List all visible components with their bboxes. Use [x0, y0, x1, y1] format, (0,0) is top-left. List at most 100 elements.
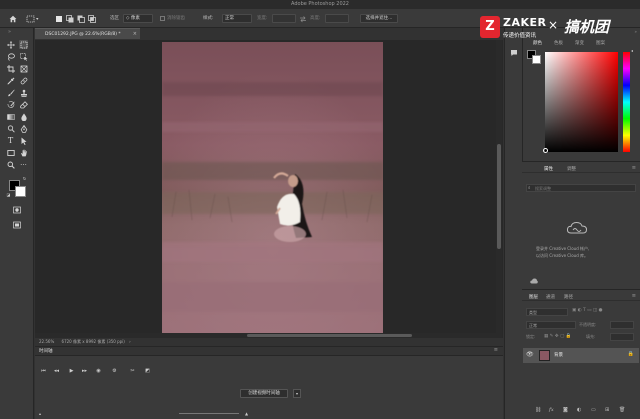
- object-selection-tool-icon[interactable]: [19, 52, 28, 61]
- properties-panel: 属性 调整 ≡ ⌕ 搜索调整 登录并 Creative Cloud 帐户, 以访…: [522, 161, 640, 289]
- antialias-checkbox[interactable]: [160, 16, 165, 21]
- new-layer-icon[interactable]: ⊞: [605, 407, 609, 413]
- play-icon[interactable]: ▶: [68, 367, 75, 374]
- tab-adjustments[interactable]: 调整: [567, 166, 576, 172]
- layer-lock-icon[interactable]: 🔒: [628, 351, 634, 357]
- tab-channels[interactable]: 通道: [546, 294, 555, 300]
- link-layers-icon[interactable]: ⛓: [535, 407, 541, 413]
- zoom-level[interactable]: 22.56%: [39, 339, 54, 344]
- zoom-in-mountain-icon[interactable]: ▲: [245, 411, 248, 416]
- path-selection-tool-icon[interactable]: [19, 136, 28, 145]
- history-panel-icon[interactable]: [509, 48, 518, 57]
- layer-visibility-icon[interactable]: 👁: [526, 351, 534, 358]
- lock-icons[interactable]: ▦ ✎ ✥ ▢ 🔒: [544, 334, 571, 339]
- crop-tool-icon[interactable]: [6, 64, 15, 73]
- properties-menu-icon[interactable]: ≡: [632, 165, 636, 171]
- vertical-scrollbar-thumb[interactable]: [497, 144, 501, 249]
- dodge-tool-icon[interactable]: [6, 124, 15, 133]
- quick-mask-icon[interactable]: [12, 205, 21, 214]
- timeline-menu-icon[interactable]: ≡: [494, 347, 498, 353]
- layer-row[interactable]: 👁 背景 🔒: [523, 348, 639, 363]
- height-field[interactable]: [325, 14, 349, 23]
- rectangular-marquee-tool-icon[interactable]: [19, 40, 28, 49]
- layers-menu-icon[interactable]: ≡: [632, 293, 636, 299]
- previous-frame-icon[interactable]: ◂◂: [53, 367, 60, 374]
- feather-field[interactable]: ◇ 像素: [123, 14, 153, 23]
- spot-healing-brush-icon[interactable]: [19, 76, 28, 85]
- more-tools-icon[interactable]: ···: [19, 160, 28, 169]
- new-adjustment-icon[interactable]: ◐: [577, 407, 581, 413]
- home-icon[interactable]: [8, 14, 17, 23]
- settings-icon[interactable]: ⚙: [111, 367, 118, 374]
- type-tool-icon[interactable]: T: [6, 136, 15, 145]
- blur-tool-icon[interactable]: [19, 112, 28, 121]
- default-colors-icon[interactable]: ◪: [6, 192, 11, 197]
- background-color-swatch[interactable]: [15, 186, 26, 197]
- document-image[interactable]: [162, 42, 383, 337]
- screen-mode-icon[interactable]: [12, 220, 21, 229]
- color-background-swatch[interactable]: [532, 55, 541, 64]
- brush-tool-icon[interactable]: [6, 88, 15, 97]
- swap-colors-icon[interactable]: ↻: [22, 176, 27, 181]
- fill-field[interactable]: [610, 333, 634, 341]
- new-selection-icon[interactable]: [54, 14, 63, 23]
- timeline-mode-dropdown-icon[interactable]: ▾: [293, 389, 301, 398]
- delete-layer-icon[interactable]: 🗑: [619, 407, 625, 413]
- rectangle-tool-icon[interactable]: [6, 148, 15, 157]
- layer-filter-icons[interactable]: ▣ ◐ T ▭ ◫ ●: [572, 308, 632, 316]
- transition-icon[interactable]: ◩: [144, 367, 151, 374]
- close-document-icon[interactable]: ×: [133, 29, 137, 40]
- add-selection-icon[interactable]: [65, 14, 74, 23]
- hue-slider-handle-icon[interactable]: ◂: [631, 48, 633, 53]
- frame-tool-icon[interactable]: [19, 64, 28, 73]
- panel-collapse-icon[interactable]: »: [635, 29, 637, 34]
- layer-name[interactable]: 背景: [554, 352, 563, 358]
- tab-paths[interactable]: 路径: [564, 294, 573, 300]
- zoom-tool-icon[interactable]: [6, 160, 15, 169]
- intersect-selection-icon[interactable]: [87, 14, 96, 23]
- tab-layers[interactable]: 图层: [529, 294, 538, 300]
- blend-mode-select[interactable]: 正常: [526, 321, 576, 329]
- lasso-tool-icon[interactable]: [6, 52, 15, 61]
- next-frame-icon[interactable]: ▸▸: [81, 367, 88, 374]
- hue-slider[interactable]: [623, 52, 630, 152]
- pen-tool-icon[interactable]: [19, 124, 28, 133]
- eraser-tool-icon[interactable]: [19, 100, 28, 109]
- select-and-mask-button[interactable]: 选择并遮住...: [360, 14, 398, 23]
- document-tab-title: DSC01292.JPG @ 22.6%(RGB/8) *: [45, 32, 121, 37]
- swap-dimensions-icon[interactable]: [299, 14, 307, 23]
- first-frame-icon[interactable]: ⏮: [40, 367, 47, 374]
- subtract-selection-icon[interactable]: [76, 14, 85, 23]
- opacity-field[interactable]: [610, 321, 634, 329]
- document-tab[interactable]: DSC01292.JPG @ 22.6%(RGB/8) * ×: [35, 28, 140, 39]
- lock-label: 锁定:: [526, 334, 536, 339]
- color-picker-ring[interactable]: [543, 148, 548, 153]
- eyedropper-tool-icon[interactable]: [6, 76, 15, 85]
- color-field[interactable]: [543, 52, 618, 153]
- vertical-scrollbar[interactable]: [496, 40, 502, 338]
- hand-tool-icon[interactable]: [19, 148, 28, 157]
- tab-properties[interactable]: 属性: [544, 166, 553, 172]
- marquee-tool-preset-icon[interactable]: [26, 14, 40, 23]
- move-tool-icon[interactable]: [6, 40, 15, 49]
- create-video-timeline-button[interactable]: 创建视频时间轴: [240, 389, 288, 398]
- cloud-sync-icon[interactable]: [530, 278, 538, 285]
- toolbar-collapse-icon[interactable]: »: [5, 29, 14, 35]
- style-select[interactable]: 正常: [222, 14, 252, 23]
- layer-style-icon[interactable]: fx: [549, 407, 554, 413]
- history-brush-icon[interactable]: [6, 100, 15, 109]
- status-menu-icon[interactable]: ›: [129, 339, 131, 344]
- layer-filter-kind[interactable]: 类型: [526, 308, 568, 316]
- horizontal-scrollbar-thumb[interactable]: [247, 334, 412, 337]
- add-mask-icon[interactable]: ◙: [563, 407, 568, 413]
- properties-search[interactable]: ⌕ 搜索调整: [526, 184, 636, 192]
- audio-icon[interactable]: ◉: [95, 367, 102, 374]
- gradient-tool-icon[interactable]: [6, 112, 15, 121]
- clone-stamp-tool-icon[interactable]: [19, 88, 28, 97]
- timeline-zoom-slider[interactable]: [179, 413, 239, 414]
- split-icon[interactable]: ✂: [129, 367, 136, 374]
- zoom-out-mountain-icon[interactable]: ▴: [39, 411, 41, 416]
- new-group-icon[interactable]: ▭: [591, 407, 596, 413]
- document-status-bar: 22.56% 6720 像素 x 8992 像素 (350 ppi) ›: [35, 338, 503, 346]
- width-field[interactable]: [272, 14, 296, 23]
